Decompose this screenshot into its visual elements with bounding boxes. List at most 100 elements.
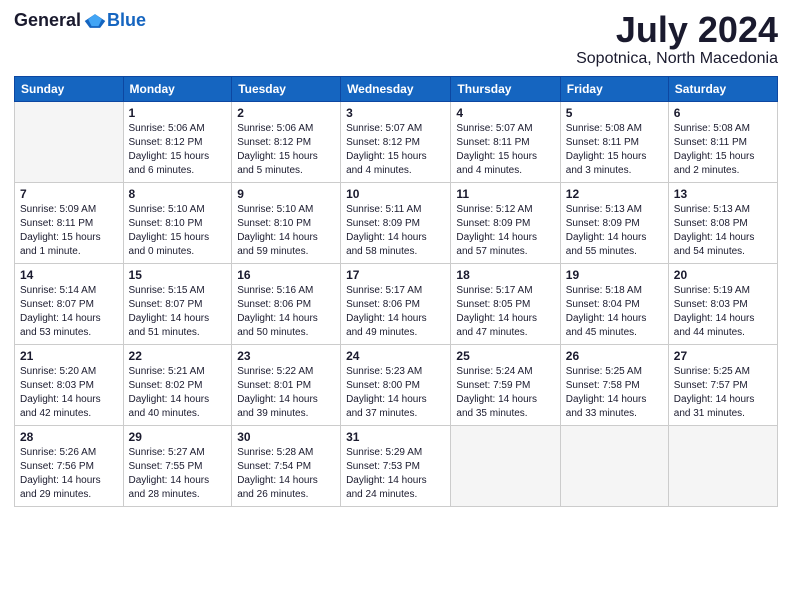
calendar-cell: 14 Sunrise: 5:14 AM Sunset: 8:07 PM Dayli… — [15, 263, 124, 344]
day-info: Sunrise: 5:11 AM Sunset: 8:09 PM Dayligh… — [346, 203, 445, 259]
day-number: 18 — [456, 268, 554, 282]
day-info: Sunrise: 5:22 AM Sunset: 8:01 PM Dayligh… — [237, 365, 335, 421]
day-info: Sunrise: 5:10 AM Sunset: 8:10 PM Dayligh… — [237, 203, 335, 259]
calendar-cell: 16 Sunrise: 5:16 AM Sunset: 8:06 PM Dayli… — [232, 263, 341, 344]
header-thursday: Thursday — [451, 76, 560, 101]
logo-general-text: General — [14, 10, 81, 31]
calendar-cell: 23Sunrise: 5:22 AM Sunset: 8:01 PM Dayli… — [232, 344, 341, 425]
calendar-cell: 25 Sunrise: 5:24 AM Sunset: 7:59 PM Dayli… — [451, 344, 560, 425]
day-number: 16 — [237, 268, 335, 282]
day-info: Sunrise: 5:29 AM Sunset: 7:53 PM Dayligh… — [346, 446, 445, 502]
day-number: 5 — [566, 106, 663, 120]
calendar-cell: 22Sunrise: 5:21 AM Sunset: 8:02 PM Dayli… — [123, 344, 232, 425]
day-number: 20 — [674, 268, 772, 282]
main-title: July 2024 — [576, 10, 778, 50]
day-number: 28 — [20, 430, 118, 444]
day-number: 2 — [237, 106, 335, 120]
calendar-cell: 24 Sunrise: 5:23 AM Sunset: 8:00 PM Dayli… — [341, 344, 451, 425]
day-info: Sunrise: 5:19 AM Sunset: 8:03 PM Dayligh… — [674, 284, 772, 340]
calendar-cell: 6Sunrise: 5:08 AM Sunset: 8:11 PM Daylig… — [668, 101, 777, 182]
header-saturday: Saturday — [668, 76, 777, 101]
calendar-cell: 5 Sunrise: 5:08 AM Sunset: 8:11 PM Daylig… — [560, 101, 668, 182]
calendar-cell: 15 Sunrise: 5:15 AM Sunset: 8:07 PM Dayli… — [123, 263, 232, 344]
logo-icon — [83, 12, 107, 30]
day-number: 26 — [566, 349, 663, 363]
header: General Blue July 2024 Sopotnica, North … — [14, 10, 778, 68]
day-info: Sunrise: 5:17 AM Sunset: 8:05 PM Dayligh… — [456, 284, 554, 340]
calendar-week-row: 21 Sunrise: 5:20 AM Sunset: 8:03 PM Dayli… — [15, 344, 778, 425]
day-number: 15 — [129, 268, 227, 282]
calendar-cell: 7 Sunrise: 5:09 AM Sunset: 8:11 PM Daylig… — [15, 182, 124, 263]
day-info: Sunrise: 5:23 AM Sunset: 8:00 PM Dayligh… — [346, 365, 445, 421]
calendar-cell: 18 Sunrise: 5:17 AM Sunset: 8:05 PM Dayli… — [451, 263, 560, 344]
day-info: Sunrise: 5:08 AM Sunset: 8:11 PM Dayligh… — [674, 122, 772, 178]
day-number: 22 — [129, 349, 227, 363]
day-number: 9 — [237, 187, 335, 201]
header-tuesday: Tuesday — [232, 76, 341, 101]
header-sunday: Sunday — [15, 76, 124, 101]
day-info: Sunrise: 5:10 AM Sunset: 8:10 PM Dayligh… — [129, 203, 227, 259]
calendar-header-row: Sunday Monday Tuesday Wednesday Thursday… — [15, 76, 778, 101]
calendar-week-row: 1 Sunrise: 5:06 AM Sunset: 8:12 PM Daylig… — [15, 101, 778, 182]
calendar-cell: 3Sunrise: 5:07 AM Sunset: 8:12 PM Daylig… — [341, 101, 451, 182]
day-info: Sunrise: 5:06 AM Sunset: 8:12 PM Dayligh… — [129, 122, 227, 178]
day-number: 10 — [346, 187, 445, 201]
calendar-cell — [668, 425, 777, 506]
calendar-cell — [15, 101, 124, 182]
title-block: July 2024 Sopotnica, North Macedonia — [576, 10, 778, 68]
day-number: 21 — [20, 349, 118, 363]
day-info: Sunrise: 5:16 AM Sunset: 8:06 PM Dayligh… — [237, 284, 335, 340]
calendar: Sunday Monday Tuesday Wednesday Thursday… — [14, 76, 778, 507]
calendar-cell: 21 Sunrise: 5:20 AM Sunset: 8:03 PM Dayli… — [15, 344, 124, 425]
day-info: Sunrise: 5:14 AM Sunset: 8:07 PM Dayligh… — [20, 284, 118, 340]
day-info: Sunrise: 5:20 AM Sunset: 8:03 PM Dayligh… — [20, 365, 118, 421]
calendar-cell: 19 Sunrise: 5:18 AM Sunset: 8:04 PM Dayli… — [560, 263, 668, 344]
logo-blue-text: Blue — [107, 10, 146, 31]
day-number: 8 — [129, 187, 227, 201]
day-number: 12 — [566, 187, 663, 201]
day-info: Sunrise: 5:12 AM Sunset: 8:09 PM Dayligh… — [456, 203, 554, 259]
calendar-cell: 13Sunrise: 5:13 AM Sunset: 8:08 PM Dayli… — [668, 182, 777, 263]
calendar-week-row: 28 Sunrise: 5:26 AM Sunset: 7:56 PM Dayli… — [15, 425, 778, 506]
day-number: 1 — [129, 106, 227, 120]
day-info: Sunrise: 5:07 AM Sunset: 8:12 PM Dayligh… — [346, 122, 445, 178]
day-info: Sunrise: 5:25 AM Sunset: 7:57 PM Dayligh… — [674, 365, 772, 421]
calendar-cell: 4Sunrise: 5:07 AM Sunset: 8:11 PM Daylig… — [451, 101, 560, 182]
calendar-cell: 20 Sunrise: 5:19 AM Sunset: 8:03 PM Dayli… — [668, 263, 777, 344]
day-info: Sunrise: 5:15 AM Sunset: 8:07 PM Dayligh… — [129, 284, 227, 340]
day-info: Sunrise: 5:26 AM Sunset: 7:56 PM Dayligh… — [20, 446, 118, 502]
day-info: Sunrise: 5:24 AM Sunset: 7:59 PM Dayligh… — [456, 365, 554, 421]
day-number: 19 — [566, 268, 663, 282]
day-info: Sunrise: 5:13 AM Sunset: 8:09 PM Dayligh… — [566, 203, 663, 259]
day-number: 11 — [456, 187, 554, 201]
calendar-cell: 30Sunrise: 5:28 AM Sunset: 7:54 PM Dayli… — [232, 425, 341, 506]
day-info: Sunrise: 5:27 AM Sunset: 7:55 PM Dayligh… — [129, 446, 227, 502]
day-number: 29 — [129, 430, 227, 444]
day-info: Sunrise: 5:28 AM Sunset: 7:54 PM Dayligh… — [237, 446, 335, 502]
day-number: 24 — [346, 349, 445, 363]
calendar-cell: 8 Sunrise: 5:10 AM Sunset: 8:10 PM Daylig… — [123, 182, 232, 263]
calendar-cell: 29 Sunrise: 5:27 AM Sunset: 7:55 PM Dayli… — [123, 425, 232, 506]
calendar-week-row: 14 Sunrise: 5:14 AM Sunset: 8:07 PM Dayli… — [15, 263, 778, 344]
day-number: 14 — [20, 268, 118, 282]
calendar-cell: 11 Sunrise: 5:12 AM Sunset: 8:09 PM Dayli… — [451, 182, 560, 263]
day-number: 7 — [20, 187, 118, 201]
day-info: Sunrise: 5:08 AM Sunset: 8:11 PM Dayligh… — [566, 122, 663, 178]
day-number: 27 — [674, 349, 772, 363]
calendar-cell: 26 Sunrise: 5:25 AM Sunset: 7:58 PM Dayli… — [560, 344, 668, 425]
subtitle: Sopotnica, North Macedonia — [576, 50, 778, 68]
day-number: 31 — [346, 430, 445, 444]
calendar-cell: 2Sunrise: 5:06 AM Sunset: 8:12 PM Daylig… — [232, 101, 341, 182]
day-info: Sunrise: 5:25 AM Sunset: 7:58 PM Dayligh… — [566, 365, 663, 421]
header-monday: Monday — [123, 76, 232, 101]
calendar-cell — [560, 425, 668, 506]
day-info: Sunrise: 5:18 AM Sunset: 8:04 PM Dayligh… — [566, 284, 663, 340]
calendar-cell — [451, 425, 560, 506]
calendar-cell: 28 Sunrise: 5:26 AM Sunset: 7:56 PM Dayli… — [15, 425, 124, 506]
day-info: Sunrise: 5:09 AM Sunset: 8:11 PM Dayligh… — [20, 203, 118, 259]
calendar-cell: 31 Sunrise: 5:29 AM Sunset: 7:53 PM Dayli… — [341, 425, 451, 506]
page: General Blue July 2024 Sopotnica, North … — [0, 0, 792, 517]
day-number: 25 — [456, 349, 554, 363]
day-number: 4 — [456, 106, 554, 120]
calendar-cell: 1 Sunrise: 5:06 AM Sunset: 8:12 PM Daylig… — [123, 101, 232, 182]
